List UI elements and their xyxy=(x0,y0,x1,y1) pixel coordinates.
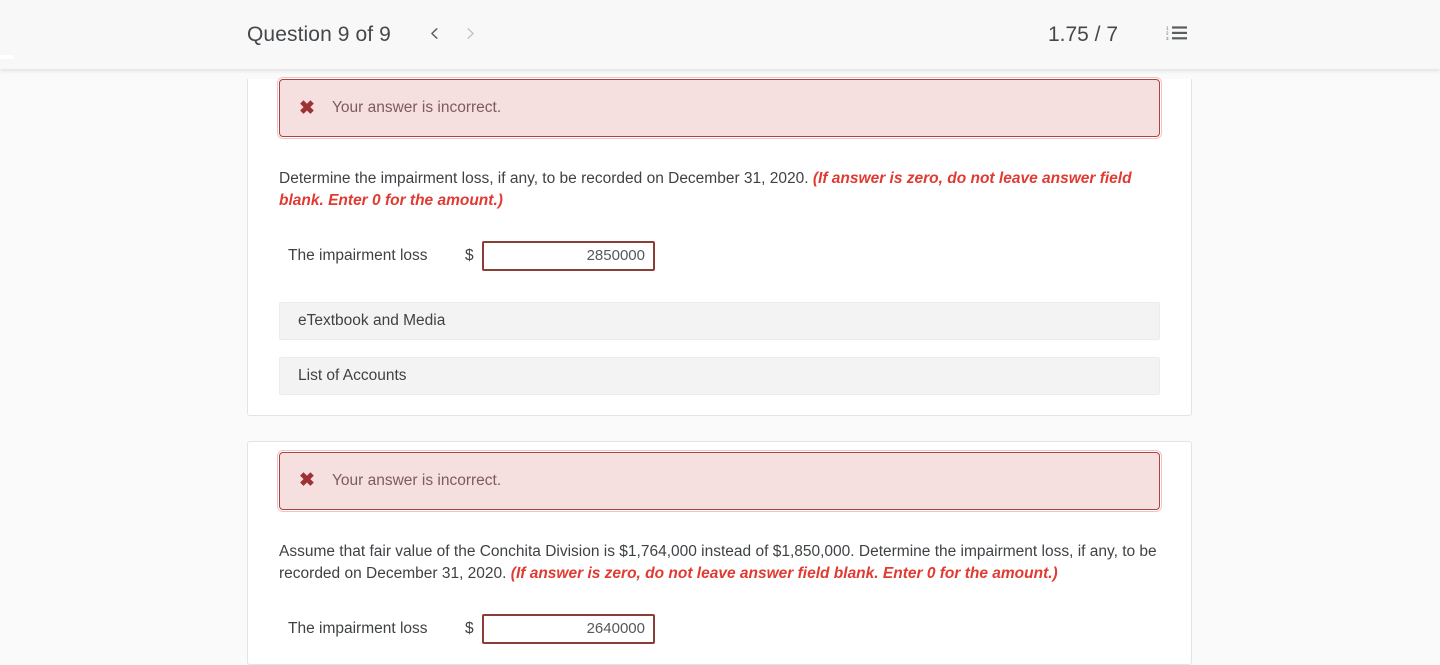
currency-symbol: $ xyxy=(465,619,474,637)
error-x-icon: ✖ xyxy=(299,470,315,492)
score-display: 1.75 / 7 xyxy=(1047,22,1118,46)
impairment-loss-input[interactable] xyxy=(482,240,655,271)
answer-row: The impairment loss $ xyxy=(279,240,1160,271)
question-navigation xyxy=(417,17,489,53)
answer-label: The impairment loss xyxy=(288,619,428,637)
question-list-button[interactable]: 1 2 3 xyxy=(1162,22,1192,48)
question-prompt-emphasis: (If answer is zero, do not leave answer … xyxy=(510,565,1058,583)
etextbook-and-media-label: eTextbook and Media xyxy=(298,311,446,329)
question-prompt-text: Determine the impairment loss, if any, t… xyxy=(279,170,813,187)
top-bar-right: 1.75 / 7 1 2 3 xyxy=(1048,22,1192,48)
question-part-card: ✖ Your answer is incorrect. Determine th… xyxy=(247,77,1192,416)
alert-message: Your answer is incorrect. xyxy=(332,99,502,116)
list-of-accounts-bar[interactable]: List of Accounts xyxy=(279,356,1160,395)
alert-message: Your answer is incorrect. xyxy=(332,471,502,489)
svg-text:3: 3 xyxy=(1166,36,1169,41)
next-question-button[interactable] xyxy=(453,17,489,53)
etextbook-and-media-bar[interactable]: eTextbook and Media xyxy=(279,301,1160,340)
impairment-loss-input[interactable] xyxy=(482,613,655,644)
answer-label: The impairment loss xyxy=(288,246,428,264)
content-column: ✖ Your answer is incorrect. Determine th… xyxy=(247,69,1192,665)
question-prompt: Assume that fair value of the Conchita D… xyxy=(279,541,1159,586)
top-bar: Question 9 of 9 1.75 / 7 1 2 3 xyxy=(0,0,1440,69)
numbered-list-icon: 1 2 3 xyxy=(1166,24,1188,45)
page-body: ✖ Your answer is incorrect. Determine th… xyxy=(0,69,1440,665)
error-x-icon: ✖ xyxy=(299,97,315,119)
left-edge-sliver xyxy=(0,55,14,59)
prev-question-button[interactable] xyxy=(417,17,453,53)
question-prompt: Determine the impairment loss, if any, t… xyxy=(279,168,1159,213)
list-of-accounts-label: List of Accounts xyxy=(298,366,407,384)
page-title: Question 9 of 9 xyxy=(247,22,391,46)
answer-row: The impairment loss $ xyxy=(279,613,1160,644)
currency-symbol: $ xyxy=(465,246,474,264)
chevron-right-icon xyxy=(463,26,478,44)
question-part-card: ✖ Your answer is incorrect. Assume that … xyxy=(247,440,1192,665)
chevron-left-icon xyxy=(427,26,442,44)
incorrect-alert: ✖ Your answer is incorrect. xyxy=(277,77,1162,139)
incorrect-alert: ✖ Your answer is incorrect. xyxy=(277,449,1162,512)
